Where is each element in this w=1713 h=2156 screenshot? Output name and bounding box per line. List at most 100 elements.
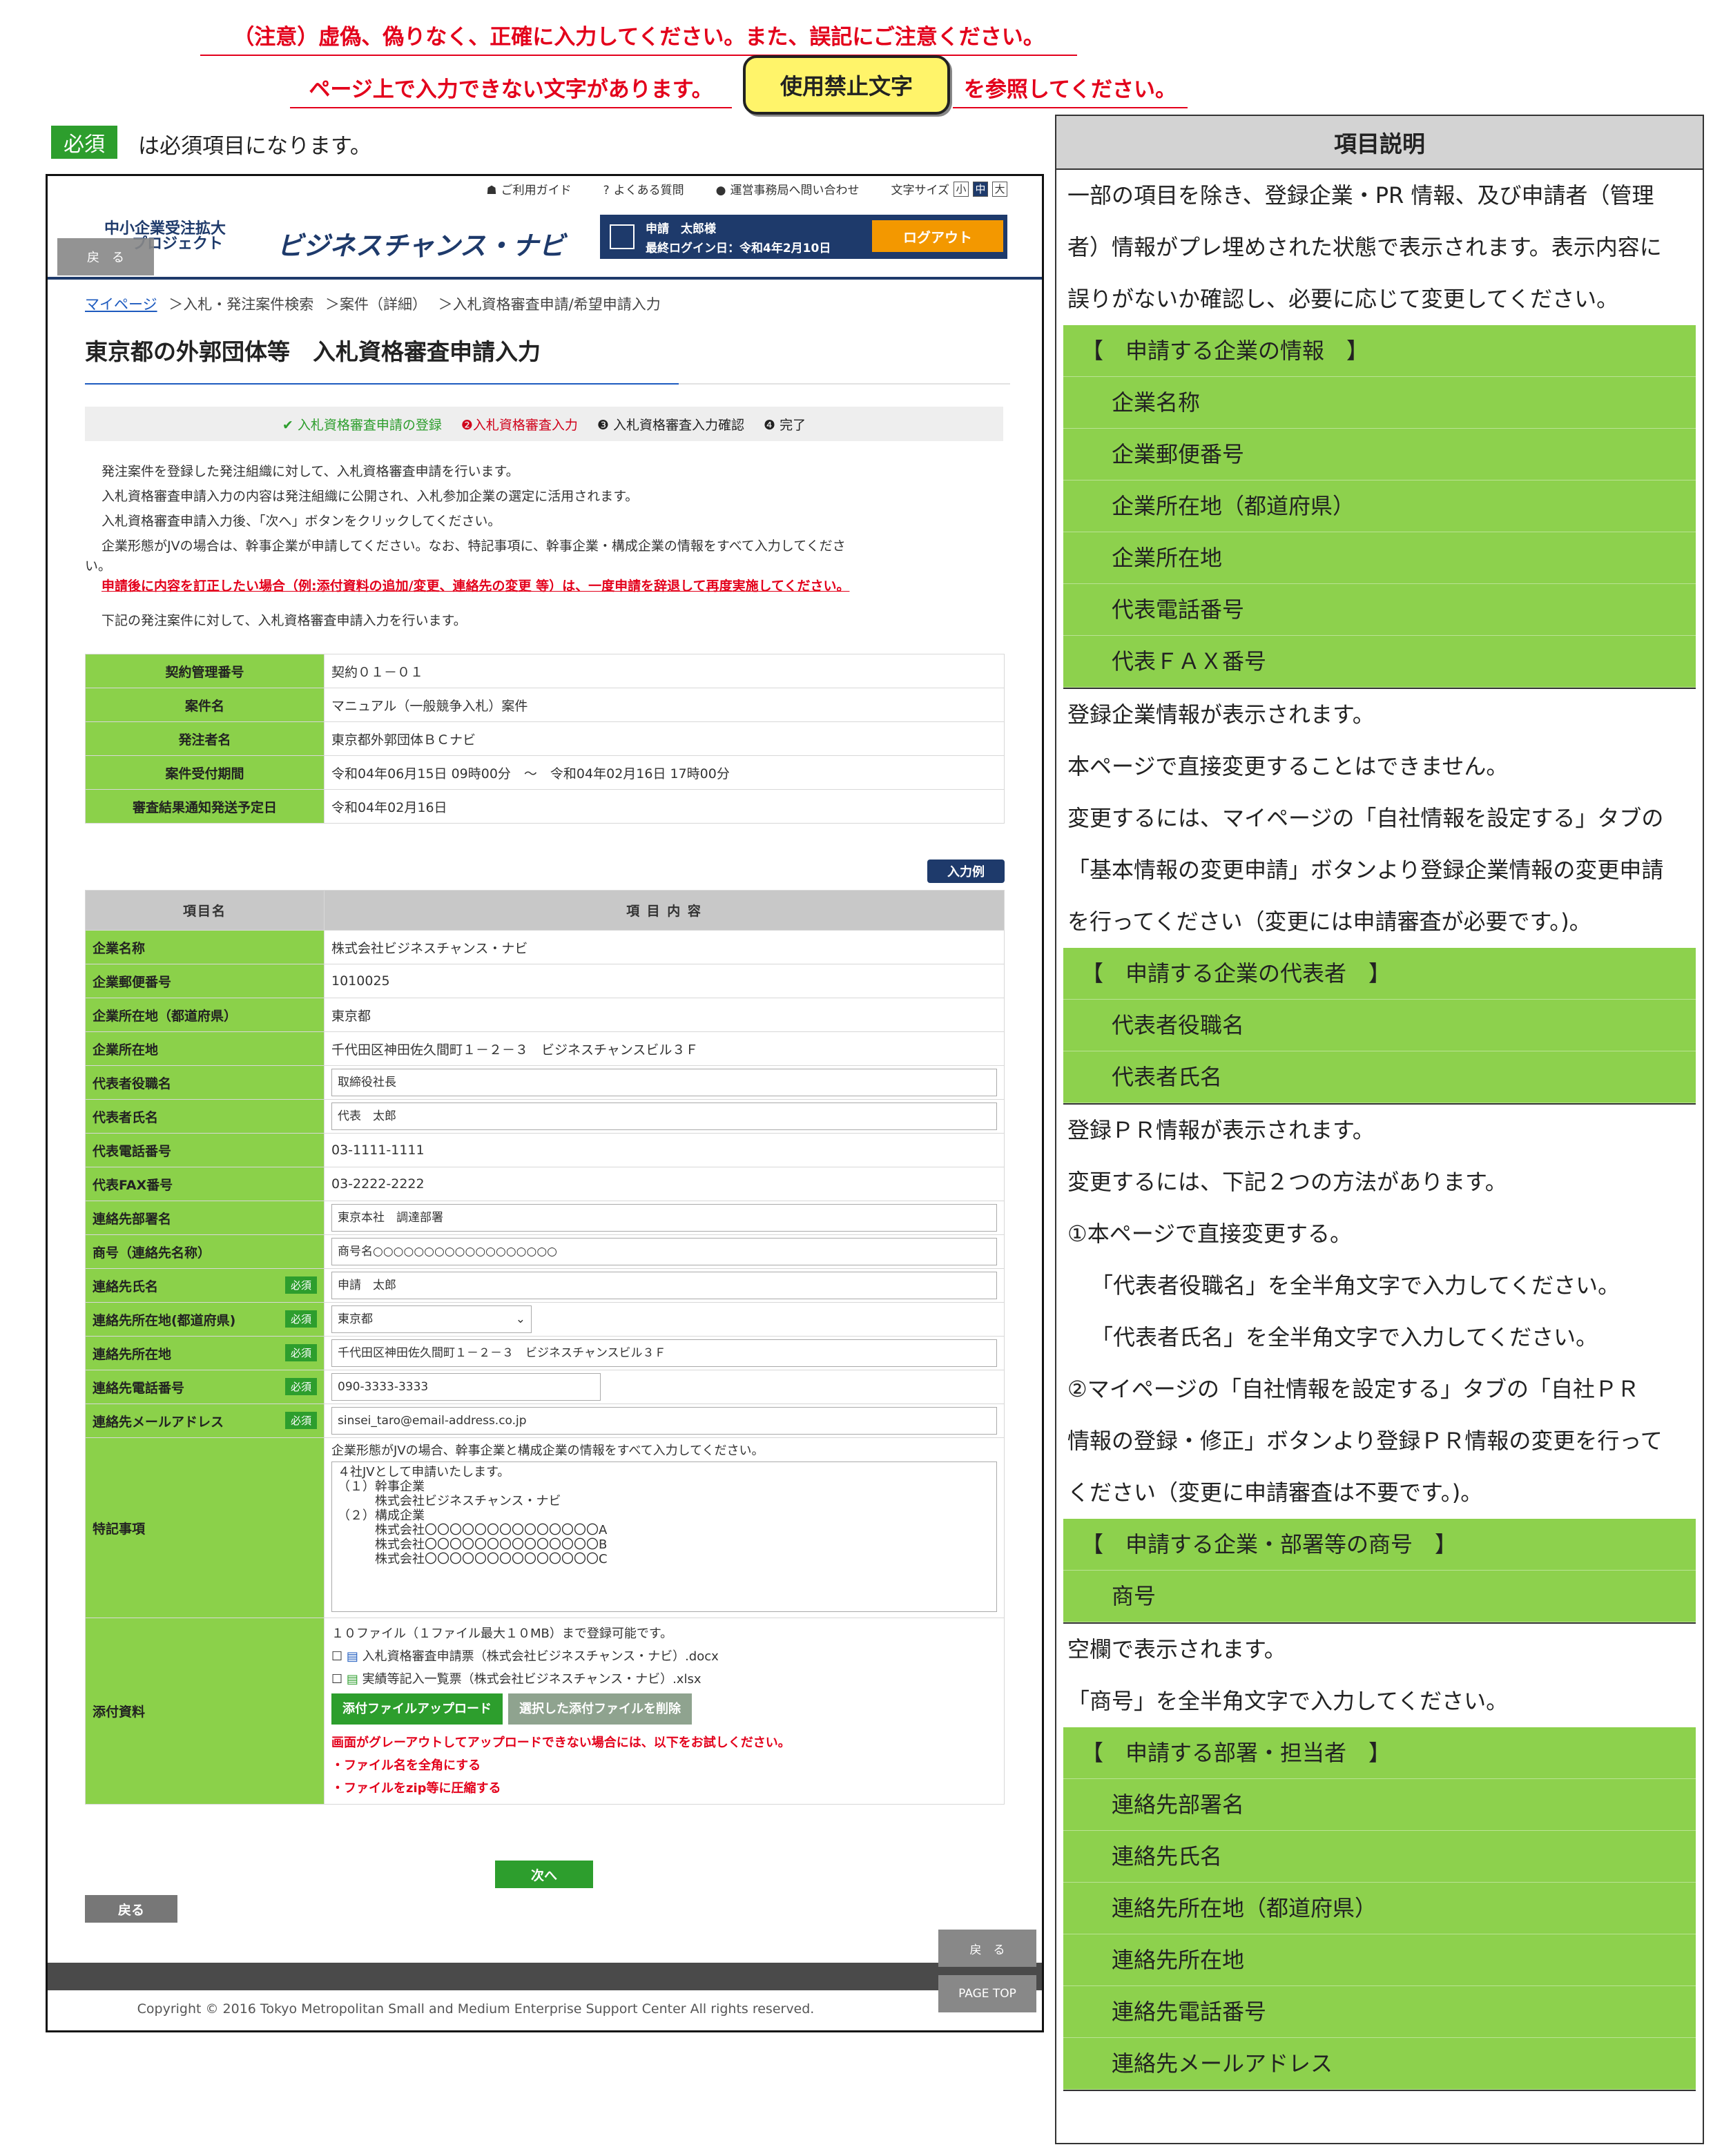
upload-hint: ・ファイルをzip等に圧縮する bbox=[331, 1781, 501, 1796]
field-label: 企業所在地 bbox=[85, 1031, 325, 1066]
remarks-note: 企業形態がJVの場合、幹事企業と構成企業の情報をすべて入力してください。 bbox=[331, 1444, 764, 1458]
font-size-medium[interactable]: 中 bbox=[973, 181, 988, 197]
font-size-large[interactable]: 大 bbox=[992, 181, 1007, 197]
table-row: 商号（連絡先名称） 商号名○○○○○○○○○○○○○○○○○○ bbox=[85, 1234, 1005, 1269]
breadcrumb-mypage[interactable]: マイページ bbox=[85, 296, 157, 313]
guide-link[interactable]: ☗ ご利用ガイド bbox=[486, 180, 571, 197]
intro-line: 発注案件を登録した発注組織に対して、入札資格審査申請を行います。 bbox=[101, 464, 519, 479]
department-input[interactable]: 東京本社 調達部署 bbox=[331, 1204, 997, 1232]
file-checkbox[interactable]: ☐ bbox=[331, 1649, 342, 1664]
field-label: 連絡先所在地 bbox=[93, 1346, 172, 1362]
contact-name-input[interactable]: 申請 太郎 bbox=[331, 1272, 997, 1299]
notice-refer: を参照してください。 bbox=[953, 72, 1188, 108]
section-item: 連絡先氏名 bbox=[1063, 1831, 1696, 1883]
rep-title-input[interactable]: 取締役社長 bbox=[331, 1069, 997, 1096]
contact-prefecture-select[interactable]: 東京都 bbox=[331, 1305, 532, 1333]
field-label: 代表者役職名 bbox=[85, 1065, 325, 1100]
table-row: 企業所在地（都道府県） 東京都 bbox=[85, 998, 1005, 1032]
lead-text: 下記の発注案件に対して、入札資格審査申請入力を行います。 bbox=[101, 613, 467, 628]
section-item: 代表者氏名 bbox=[1063, 1051, 1696, 1103]
cell-key: 発注者名 bbox=[85, 721, 325, 756]
intro-line: い。 bbox=[85, 559, 112, 574]
step-indicator: ✔ 入札資格審査申請の登録 ❷入札資格審査入力 ❸ 入札資格審査入力確認 ❹ 完… bbox=[85, 407, 1003, 441]
floating-back-button[interactable]: 戻 る bbox=[938, 1930, 1036, 1967]
excel-icon: ▤ bbox=[346, 1672, 358, 1687]
contact-address-input[interactable]: 千代田区神田佐久間町１－２－３ ビジネスチャンスビル３Ｆ bbox=[331, 1339, 997, 1367]
rep-name-input[interactable]: 代表 太郎 bbox=[331, 1103, 997, 1130]
font-size-small[interactable]: 小 bbox=[954, 181, 969, 197]
required-mark: 必須 bbox=[284, 1411, 317, 1429]
user-name: 申請 太郎様 bbox=[646, 222, 716, 236]
table-row: 代表者氏名 代表 太郎 bbox=[85, 1099, 1005, 1134]
trade-name-input[interactable]: 商号名○○○○○○○○○○○○○○○○○○ bbox=[331, 1238, 997, 1265]
explanation-text: 登録ＰＲ情報が表示されます。 bbox=[1067, 1117, 1375, 1143]
delete-attachment-button[interactable]: 選択した添付ファイルを削除 bbox=[508, 1693, 692, 1725]
explanation-text: を行ってください（変更には申請審査が必要です。)。 bbox=[1067, 909, 1591, 935]
contact-link[interactable]: ● 運営事務局へ問い合わせ bbox=[716, 180, 860, 197]
field-label: 代表FAX番号 bbox=[85, 1167, 325, 1201]
file-checkbox[interactable]: ☐ bbox=[331, 1672, 342, 1687]
explanation-text: 誤りがないか確認し、必要に応じて変更してください。 bbox=[1067, 286, 1619, 312]
copyright: Copyright © 2016 Tokyo Metropolitan Smal… bbox=[137, 2001, 815, 2017]
field-label: 代表電話番号 bbox=[85, 1133, 325, 1167]
header-back-button[interactable]: 戻 る bbox=[57, 238, 154, 275]
input-example-button[interactable]: 入力例 bbox=[927, 860, 1005, 883]
table-row: 代表FAX番号 03-2222-2222 bbox=[85, 1167, 1005, 1201]
question-icon: ? bbox=[603, 184, 610, 197]
form-table: 項目名項 目 内 容 企業名称 株式会社ビジネスチャンス・ナビ 企業郵便番号 101… bbox=[85, 890, 1005, 1805]
explanation-text: 変更するには、マイページの「自社情報を設定する」タブの bbox=[1067, 805, 1664, 831]
prefecture-value: 東京都 bbox=[324, 998, 1005, 1032]
last-login: 最終ログイン日：令和4年2月10日 bbox=[646, 242, 831, 255]
section-item: 代表者役職名 bbox=[1063, 1000, 1696, 1051]
section-item: 商号 bbox=[1063, 1571, 1696, 1622]
explanation-text: 「基本情報の変更申請」ボタンより登録企業情報の変更申請 bbox=[1067, 857, 1664, 883]
step-2: ❷入札資格審査入力 bbox=[461, 417, 578, 433]
explanation-text: 「代表者氏名」を全半角文字で入力してください。 bbox=[1091, 1324, 1598, 1350]
required-mark: 必須 bbox=[284, 1343, 317, 1361]
section-company-info: 【 申請する企業の情報 】 企業名称 企業郵便番号 企業所在地（都道府県） 企業… bbox=[1063, 325, 1696, 689]
explanation-text: 者）情報がプレ埋めされた状態で表示されます。表示内容に bbox=[1067, 234, 1662, 260]
chat-icon: ● bbox=[715, 184, 726, 197]
table-row: 連絡先電話番号 必須 090-3333-3333 bbox=[85, 1370, 1005, 1404]
explanation-text: 情報の登録・修正」ボタンより登録ＰＲ情報の変更を行って bbox=[1067, 1428, 1663, 1454]
breadcrumb-search[interactable]: ＞入札・発注案件検索 bbox=[168, 296, 313, 313]
explanation-panel: 項目説明 一部の項目を除き、登録企業・PR 情報、及び申請者（管理 者）情報がプ… bbox=[1055, 115, 1704, 2144]
rep-tel-value: 03-1111-1111 bbox=[324, 1133, 1005, 1167]
section-representative: 【 申請する企業の代表者 】 代表者役職名 代表者氏名 bbox=[1063, 948, 1696, 1105]
page-top-button[interactable]: PAGE TOP bbox=[938, 1975, 1036, 2012]
upload-button[interactable]: 添付ファイルアップロード bbox=[331, 1693, 503, 1725]
table-row: 審査結果通知発送予定日 令和04年02月16日 bbox=[85, 789, 1005, 824]
table-row: 企業所在地 千代田区神田佐久間町１－２－３ ビジネスチャンスビル３Ｆ bbox=[85, 1031, 1005, 1066]
contact-tel-input[interactable]: 090-3333-3333 bbox=[331, 1373, 601, 1401]
section-heading: 【 申請する企業の情報 】 bbox=[1063, 325, 1696, 377]
contact-email-input[interactable]: sinsei_taro@email-address.co.jp bbox=[331, 1407, 997, 1435]
font-size-label: 文字サイズ bbox=[891, 184, 950, 197]
next-button[interactable]: 次へ bbox=[495, 1861, 593, 1888]
address-value: 千代田区神田佐久間町１－２－３ ビジネスチャンスビル３Ｆ bbox=[324, 1031, 1005, 1066]
file-name[interactable]: 入札資格審査申請票（株式会社ビジネスチャンス・ナビ）.docx bbox=[362, 1649, 719, 1664]
user-box: 申請 太郎様 最終ログイン日：令和4年2月10日 ログアウト bbox=[600, 215, 1007, 259]
table-row: 連絡先氏名 必須 申請 太郎 bbox=[85, 1268, 1005, 1303]
explanation-text: ください（変更に申請審査は不要です。)。 bbox=[1067, 1479, 1483, 1506]
explanation-text: 「代表者役職名」を全半角文字で入力してください。 bbox=[1091, 1272, 1620, 1299]
back-button[interactable]: 戻る bbox=[85, 1895, 177, 1923]
site-logo[interactable]: ビジネスチャンス・ナビ bbox=[277, 224, 565, 262]
remarks-textarea[interactable]: ４社JVとして申請いたします。 （１）幹事企業 株式会社ビジネスチャンス・ナビ … bbox=[331, 1461, 997, 1612]
required-mark: 必須 bbox=[284, 1310, 317, 1328]
banned-chars-button[interactable]: 使用禁止文字 bbox=[743, 55, 950, 115]
logout-button[interactable]: ログアウト bbox=[872, 220, 1003, 252]
intro-text: 発注案件を登録した発注組織に対して、入札資格審査申請を行います。 入札資格審査申… bbox=[85, 459, 1003, 633]
step-1: ✔ 入札資格審査申請の登録 bbox=[282, 417, 442, 433]
section-trade-name: 【 申請する企業・部署等の商号 】 商号 bbox=[1063, 1519, 1696, 1624]
intro-line: 企業形態がJVの場合は、幹事企業が申請してください。なお、特記事項に、幹事企業・… bbox=[101, 538, 846, 554]
section-item: 連絡先所在地（都道府県） bbox=[1063, 1883, 1696, 1934]
breadcrumb-detail[interactable]: ＞案件（詳細） bbox=[325, 296, 427, 313]
table-row: 連絡先部署名 東京本社 調達部署 bbox=[85, 1201, 1005, 1235]
word-icon: ▤ bbox=[346, 1649, 358, 1664]
file-name[interactable]: 実績等記入一覧票（株式会社ビジネスチャンス・ナビ）.xlsx bbox=[362, 1672, 701, 1687]
header-content: 項 目 内 容 bbox=[324, 890, 1005, 931]
faq-link[interactable]: ? よくある質問 bbox=[603, 180, 684, 197]
table-row: 企業名称 株式会社ビジネスチャンス・ナビ bbox=[85, 930, 1005, 964]
title-underline bbox=[85, 383, 1010, 385]
section-item: 企業所在地（都道府県） bbox=[1063, 480, 1696, 532]
